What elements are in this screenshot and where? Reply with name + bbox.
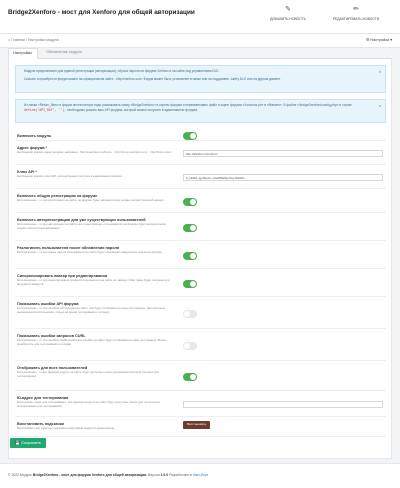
setting-row-curl-errors: Показывать ошибки запросов CURL Если вкл… [15,331,386,361]
edit-news-label: Редактировать новости [332,17,380,21]
footer-version: 1.0.0 [160,473,169,477]
setting-hint: Если включено - то при ошибках API форум… [17,306,165,314]
setting-hint: Необходимо указать ключ API, который мож… [17,174,122,178]
api-key-code: define('API_KEY', ''); [24,108,67,112]
setting-row-autoreg: Включить авторегистрацию для уже существ… [15,215,386,241]
setting-row-restore-hints: Восстановить подсказки Восстановить все … [15,419,386,437]
save-icon: 💾 [15,440,20,445]
setting-hint: Необходимо указать адрес форума, наприме… [17,150,172,154]
tab-update[interactable]: Обновление модуля [42,48,86,59]
footer-text: © 2022 Модуль Bridge2Xenforo - мост для … [8,473,208,477]
test-ip-input[interactable] [183,401,383,408]
setting-row-logout: Разлогинить пользователя после обновлени… [15,243,386,269]
close-icon[interactable]: × [379,69,381,74]
chevron-down-icon: ▾ [390,38,392,42]
logout-toggle[interactable] [183,252,197,260]
settings-panel: Модуль предназначен для единой регистрац… [8,59,392,459]
footer-dev-text: Разработано в [169,473,192,477]
setting-row-api-errors: Показывать ошибки API форума Если включе… [15,299,386,329]
alert-text: Скачать и приобрести форум можно на офиц… [24,77,281,81]
setting-row-forum-url: Адрес форума * Необходимо указать адрес … [15,143,386,165]
add-news-label: Добавить новость [270,17,306,21]
breadcrumb-sep: / [25,38,27,42]
breadcrumb-current: Настройки модуля [27,38,59,42]
pencil-icon: ✏ [353,6,359,13]
footer-version-text: Версия [148,473,160,477]
tab-settings[interactable]: Настройки [8,48,38,59]
home-icon[interactable]: ⌂ [8,38,10,42]
save-label: Сохранить [21,440,41,445]
show-all-toggle[interactable] [183,373,197,381]
restore-hints-button[interactable]: Восстановить [183,421,211,429]
close-icon[interactable]: × [379,103,381,108]
top-bar: Bridge2Xenforo - мост для Xenforo для об… [0,0,400,34]
save-button[interactable]: 💾 Сохранить [10,438,46,448]
setting-hint: Если включено - то при регистрации на са… [17,198,165,202]
setting-hint: Если включено - то при ошибках CURL возн… [17,338,167,346]
autoreg-toggle[interactable] [183,224,197,232]
setting-row-enable: Включить модуль [15,131,386,141]
install-alert: Из папки «Return_files» в форум инсталля… [15,99,386,123]
footer-dev-link[interactable]: Mari-Boyz [193,473,208,477]
enable-module-toggle[interactable] [183,132,197,140]
setting-hint: Если включено - то при редактировании пр… [17,278,170,286]
api-errors-toggle[interactable] [183,310,197,318]
breadcrumb-home[interactable]: Главная [11,38,25,42]
gear-icon: ⚙ [365,38,370,42]
registration-toggle[interactable] [183,198,197,206]
alert-text: Модуль предназначен для единой регистрац… [24,69,220,73]
add-news-button[interactable]: ✎ Добавить новость [258,6,318,21]
tabs: Настройки Обновление модуля [8,46,392,59]
setting-hint: Если включено - то все функции модуля на… [17,370,159,378]
forum-url-input[interactable]: http://dle110.ru/xenforo/ [183,150,383,157]
setting-hint: Если включено - то при смене пароля поль… [17,250,162,254]
settings-dropdown[interactable]: ⚙ Настройки ▾ [366,37,392,42]
footer-prefix: © 2022 Модуль [8,473,32,477]
setting-hint: Если указан, будет для тестирования - вс… [17,400,161,408]
alert-text: Из папки «Return_files» в форум инсталля… [24,103,375,113]
edit-icon: ✎ [285,6,291,13]
page-title: Bridge2Xenforo - мост для Xenforo для об… [8,9,195,16]
setting-hint: Если включено - то при авторизации на са… [17,222,166,230]
setting-label: Включить модуль [17,134,52,138]
alert-text: необходимо указать ваш API форума, котор… [66,108,198,112]
info-alert: Модуль предназначен для единой регистрац… [15,65,386,93]
setting-row-show-all: Отображать для всех пользователей Если в… [15,363,386,391]
settings-label: Настройки [370,38,390,42]
setting-row-registration: Включить общую регистрацию на форуме Есл… [15,191,386,213]
curl-errors-toggle[interactable] [183,342,197,350]
footer-module: Bridge2Xenforo - мост для форума Xenforo… [32,473,148,477]
edit-news-button[interactable]: ✏ Редактировать новости [326,6,386,21]
setting-row-api-key: Ключ API * Необходимо указать ключ API, … [15,167,386,189]
breadcrumb: ⌂ Главная / Настройки модуля [8,38,59,42]
api-key-input[interactable]: 9_kEbM_tgvSbeKt~v2ei89WNjrxfwy-8ebkiO [183,174,383,181]
alert-text: Из папки «Return_files» в форум инсталля… [24,103,352,107]
setting-row-test-ip: ID-адрес для тестирования Если указан, б… [15,393,386,417]
setting-row-avatar: Синхронизировать аватар при редактирован… [15,271,386,297]
footer: © 2022 Модуль Bridge2Xenforo - мост для … [0,463,400,488]
avatar-sync-toggle[interactable] [183,280,197,288]
setting-hint: Восстановить все скрытые подсказки в нас… [17,426,115,430]
